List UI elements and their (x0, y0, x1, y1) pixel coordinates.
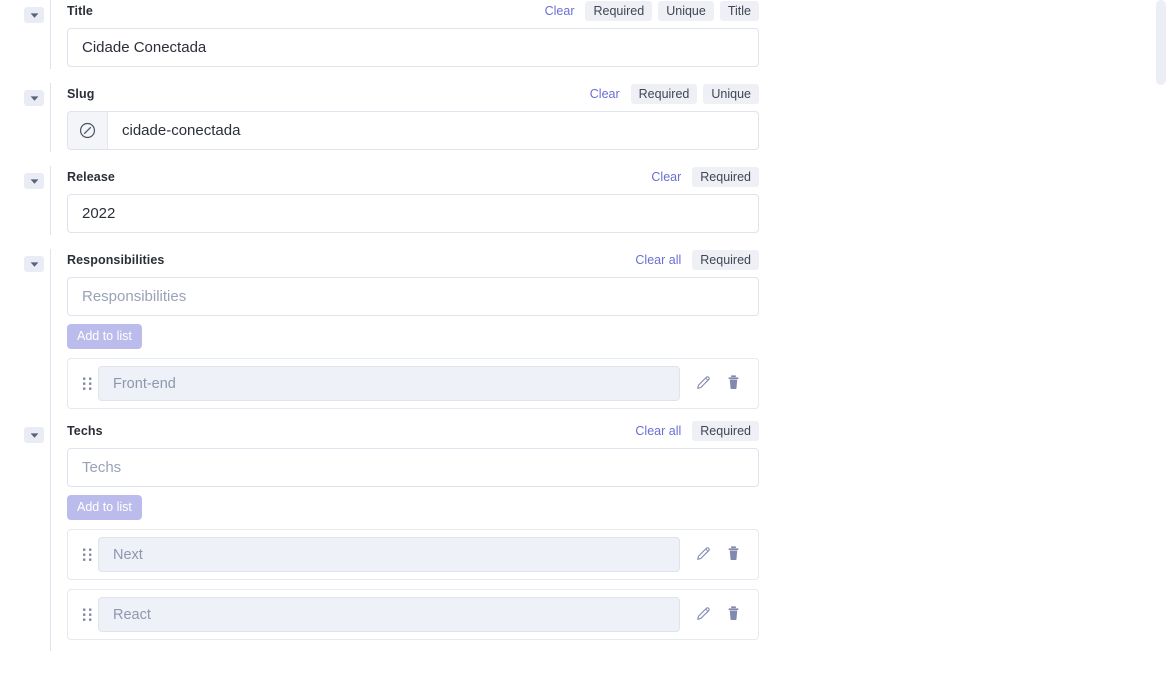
field-group-slug: Slug Clear Required Unique (0, 83, 1167, 152)
trash-icon (725, 544, 742, 565)
field-actions-responsibilities: Clear all Required (630, 250, 759, 270)
field-label-row-techs: Techs Clear all Required (67, 420, 759, 442)
collapse-toggle-slug[interactable] (24, 90, 44, 106)
list-item-input[interactable] (98, 366, 680, 401)
field-input-responsibilities[interactable] (68, 278, 758, 315)
fields-container: TitleClearRequiredUniqueTitleSlugClearRe… (0, 0, 1167, 651)
clear-link-release[interactable]: Clear (646, 168, 686, 186)
add-to-list-button-responsibilities[interactable]: Add to list (67, 324, 142, 349)
field-label-row-responsibilities: Responsibilities Clear all Required (67, 249, 759, 271)
pencil-icon (695, 605, 712, 625)
field-group-responsibilities: Responsibilities Clear all Required Add to … (0, 249, 1167, 420)
field-label-responsibilities: Responsibilities (67, 253, 165, 267)
field-input-wrap-release (67, 194, 759, 233)
badge-slug-required[interactable]: Required (630, 84, 698, 104)
field-body-slug: Slug Clear Required Unique (50, 83, 1167, 152)
collapse-toggle-title[interactable] (24, 7, 44, 23)
page-scrollbar-thumb[interactable] (1156, 0, 1166, 85)
drag-handle-icon[interactable] (76, 607, 98, 622)
list-items-responsibilities (67, 358, 1167, 409)
drag-handle-icon[interactable] (76, 547, 98, 562)
field-input-wrap-title (67, 28, 759, 67)
field-group-release: Release Clear Required (0, 166, 1167, 235)
form-editor-page: TitleClearRequiredUniqueTitleSlugClearRe… (0, 0, 1167, 683)
add-to-list-button-techs[interactable]: Add to list (67, 495, 142, 520)
pencil-icon (695, 374, 712, 394)
badge-title-required[interactable]: Required (585, 1, 653, 21)
trash-icon (725, 373, 742, 394)
collapse-toggle-techs[interactable] (24, 427, 44, 443)
page-scrollbar-track[interactable] (1155, 0, 1167, 683)
clear-link-title[interactable]: Clear (540, 2, 580, 20)
badge-techs-required[interactable]: Required (692, 421, 759, 441)
collapse-toggle-column (0, 83, 50, 106)
field-input-wrap-responsibilities (67, 277, 759, 316)
collapse-toggle-column (0, 249, 50, 272)
field-label-row-slug: Slug Clear Required Unique (67, 83, 759, 105)
chevron-down-icon (30, 432, 39, 439)
field-input-wrap-techs (67, 448, 759, 487)
drag-handle-icon[interactable] (76, 376, 98, 391)
collapse-toggle-responsibilities[interactable] (24, 256, 44, 272)
chevron-down-icon (30, 12, 39, 19)
collapse-toggle-column (0, 420, 50, 443)
field-input-release[interactable] (68, 195, 758, 232)
field-body-responsibilities: Responsibilities Clear all Required Add to … (50, 249, 1167, 420)
field-actions-slug: Clear Required Unique (585, 84, 759, 104)
link-icon (68, 112, 108, 149)
chevron-down-icon (30, 178, 39, 185)
badge-release-required[interactable]: Required (692, 167, 759, 187)
field-label-techs: Techs (67, 424, 103, 438)
field-label-row-release: Release Clear Required (67, 166, 759, 188)
field-body-title: Title Clear Required Unique Title (50, 0, 1167, 69)
delete-list-item-button[interactable] (718, 369, 748, 399)
field-group-techs: Techs Clear all Required Add to list (0, 420, 1167, 651)
pencil-icon (695, 545, 712, 565)
field-body-release: Release Clear Required (50, 166, 1167, 235)
field-label-slug: Slug (67, 87, 95, 101)
field-body-techs: Techs Clear all Required Add to list (50, 420, 1167, 651)
field-input-title[interactable] (68, 29, 758, 66)
badge-title-title[interactable]: Title (719, 1, 759, 21)
field-actions-release: Clear Required (646, 167, 759, 187)
clear-link-techs[interactable]: Clear all (630, 422, 686, 440)
field-input-techs[interactable] (68, 449, 758, 486)
chevron-down-icon (30, 261, 39, 268)
badge-title-unique[interactable]: Unique (658, 1, 714, 21)
list-items-techs (67, 529, 1167, 640)
delete-list-item-button[interactable] (718, 540, 748, 570)
field-spacer (0, 235, 1167, 249)
field-label-release: Release (67, 170, 115, 184)
edit-list-item-button[interactable] (688, 540, 718, 570)
field-label-row-title: Title Clear Required Unique Title (67, 0, 759, 22)
list-item-input[interactable] (98, 537, 680, 572)
field-spacer (0, 69, 1167, 83)
clear-link-responsibilities[interactable]: Clear all (630, 251, 686, 269)
field-spacer (0, 152, 1167, 166)
field-actions-title: Clear Required Unique Title (540, 1, 759, 21)
collapse-toggle-column (0, 166, 50, 189)
field-group-title: Title Clear Required Unique Title (0, 0, 1167, 69)
list-item-input[interactable] (98, 597, 680, 632)
trash-icon (725, 604, 742, 625)
clear-link-slug[interactable]: Clear (585, 85, 625, 103)
edit-list-item-button[interactable] (688, 369, 718, 399)
field-label-title: Title (67, 4, 93, 18)
delete-list-item-button[interactable] (718, 600, 748, 630)
chevron-down-icon (30, 95, 39, 102)
field-actions-techs: Clear all Required (630, 421, 759, 441)
field-input-slug[interactable] (108, 112, 758, 149)
field-input-wrap-slug (67, 111, 759, 150)
collapse-toggle-release[interactable] (24, 173, 44, 189)
collapse-toggle-column (0, 0, 50, 23)
list-item-row (67, 589, 759, 640)
list-item-row (67, 529, 759, 580)
badge-slug-unique[interactable]: Unique (703, 84, 759, 104)
edit-list-item-button[interactable] (688, 600, 718, 630)
list-item-row (67, 358, 759, 409)
badge-responsibilities-required[interactable]: Required (692, 250, 759, 270)
